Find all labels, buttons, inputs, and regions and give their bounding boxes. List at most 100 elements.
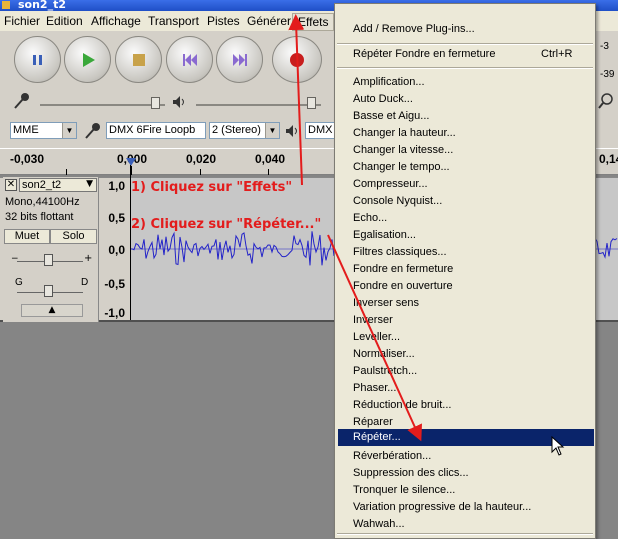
menu-item-effect[interactable]: Fondre en fermeture (353, 261, 453, 277)
menu-item-repeter-label: Répéter... (353, 431, 401, 443)
chevron-down-icon: ▼ (86, 179, 93, 189)
channels-value: 2 (Stereo) (212, 124, 261, 136)
menu-item-effect[interactable]: Changer la hauteur... (353, 125, 456, 141)
menu-fichier[interactable]: Fichier (4, 14, 40, 28)
menu-transport[interactable]: Transport (148, 14, 199, 28)
menu-item-effect[interactable]: Filtres classiques... (353, 244, 447, 260)
menu-effets[interactable]: Effets (292, 13, 334, 31)
menu-item-effect[interactable]: Réverbération... (353, 448, 431, 464)
skip-end-button[interactable] (216, 36, 263, 83)
menu-item-effect[interactable]: Changer la vitesse... (353, 142, 453, 158)
menu-affichage[interactable]: Affichage (91, 14, 141, 28)
chevron-down-icon: ▼ (265, 123, 279, 138)
scale-label: 1,0 (108, 179, 125, 193)
menu-item-effect[interactable]: Wahwah... (353, 516, 405, 532)
effects-dropdown-menu: Add / Remove Plug-ins... Répéter Fondre … (334, 3, 596, 539)
menu-separator (337, 533, 593, 535)
pan-right-label: D (81, 277, 89, 288)
menu-separator (337, 43, 593, 45)
menu-item-effect[interactable]: Console Nyquist... (353, 193, 442, 209)
pan-slider[interactable] (44, 285, 53, 297)
close-icon: ✕ (6, 179, 16, 190)
speaker-icon (285, 124, 299, 138)
zoom-in-icon[interactable] (598, 93, 614, 109)
menu-item-effect[interactable]: Auto Duck... (353, 91, 413, 107)
mouse-pointer-icon (551, 435, 565, 456)
menu-item-effect[interactable]: Amplification... (353, 74, 425, 90)
window-title: son2_t2 (18, 0, 67, 11)
annotation-step2: 2) Cliquez sur "Répéter..." (131, 217, 322, 232)
menu-item-effect[interactable]: Réparer (353, 414, 393, 430)
skip-start-button[interactable] (166, 36, 213, 83)
menu-item-effect[interactable]: Inverser (353, 312, 393, 328)
pan-left-label: G (15, 277, 23, 288)
track-name-menu[interactable]: son2_t2 ▼ (19, 178, 97, 192)
host-value: MME (13, 124, 39, 136)
host-select[interactable]: MME ▼ (10, 122, 77, 139)
output-device-value: DMX 6Fire Loopb (109, 124, 196, 136)
menu-item-effect[interactable]: Leveller... (353, 329, 400, 345)
record-button[interactable] (272, 36, 322, 83)
meter-toolbar: -3 -39 (597, 36, 618, 96)
ruler-label: 0,020 (186, 152, 217, 166)
mute-button[interactable]: Muet (4, 229, 50, 244)
ruler-tick (66, 169, 67, 175)
input-volume-track (40, 104, 165, 106)
menu-item-effect[interactable]: Suppression des clics... (353, 465, 469, 481)
ruler-label: 0,14 (599, 152, 618, 166)
menu-effets-label: Effets (298, 15, 329, 29)
menu-item-effect[interactable]: Variation progressive de la hauteur... (353, 499, 531, 515)
menu-item-effect[interactable]: Fondre en ouverture (353, 278, 453, 294)
scale-label: -1,0 (104, 306, 125, 320)
menu-item-add-remove-plugins[interactable]: Add / Remove Plug-ins... (353, 21, 475, 37)
gain-slider[interactable] (44, 254, 53, 266)
collapse-track-button[interactable]: ▲ (21, 304, 83, 317)
app-icon (2, 1, 10, 9)
minus-icon: − (11, 254, 19, 264)
play-button[interactable] (64, 36, 111, 83)
menu-item-effect[interactable]: Paulstretch... (353, 363, 417, 379)
menu-item-effect[interactable]: Réduction de bruit... (353, 397, 451, 413)
input-volume-slider[interactable] (151, 97, 160, 109)
ruler-tick (200, 169, 201, 175)
input-device-select[interactable]: DMX ( (305, 122, 335, 139)
channels-select[interactable]: 2 (Stereo) ▼ (209, 122, 280, 139)
menu-item-effect[interactable]: Basse et Aigu... (353, 108, 429, 124)
menu-item-effect[interactable]: Normaliser... (353, 346, 415, 362)
stop-button[interactable] (115, 36, 162, 83)
menu-item-effect[interactable]: Tronquer le silence... (353, 482, 455, 498)
chevron-down-icon: ▼ (62, 123, 76, 138)
pause-button[interactable] (14, 36, 61, 83)
skip-start-icon (167, 37, 212, 82)
menu-edition[interactable]: Edition (46, 14, 83, 28)
track-name: son2_t2 (22, 179, 62, 191)
ruler-label: -0,030 (10, 152, 45, 166)
menu-item-shortcut: Ctrl+R (541, 48, 573, 60)
solo-button[interactable]: Solo (50, 229, 97, 244)
meter-label-top: -3 (600, 41, 609, 52)
input-device-value: DMX ( (308, 124, 334, 136)
menu-pistes[interactable]: Pistes (207, 14, 240, 28)
menu-separator (337, 67, 593, 69)
menu-item-effect[interactable]: Phaser... (353, 380, 396, 396)
triangle-up-icon: ▲ (48, 305, 56, 315)
plus-icon: + (84, 253, 93, 264)
menu-item-effect[interactable]: Echo... (353, 210, 387, 226)
output-device-select[interactable]: DMX 6Fire Loopb (106, 122, 206, 139)
output-volume-slider[interactable] (307, 97, 316, 109)
microphone-icon (83, 122, 103, 140)
menu-item-repeat-last[interactable]: Répéter Fondre en fermeture (353, 46, 495, 62)
output-volume-track (196, 104, 321, 106)
meter-label-bottom: -39 (600, 69, 615, 80)
menu-item-effect[interactable]: Inverser sens (353, 295, 419, 311)
close-track-button[interactable]: ✕ (5, 179, 17, 191)
menu-item-effect[interactable]: Changer le tempo... (353, 159, 450, 175)
pause-icon (15, 37, 60, 82)
scale-label: -0,5 (104, 277, 125, 291)
track-control-panel: ✕ son2_t2 ▼ Mono,44100Hz 32 bits flottan… (3, 177, 99, 322)
menu-item-effect[interactable]: Egalisation... (353, 227, 416, 243)
scale-label: 0,5 (108, 211, 125, 225)
menu-generer[interactable]: Générer (247, 14, 291, 28)
speaker-icon (172, 95, 186, 109)
menu-item-effect[interactable]: Compresseur... (353, 176, 428, 192)
